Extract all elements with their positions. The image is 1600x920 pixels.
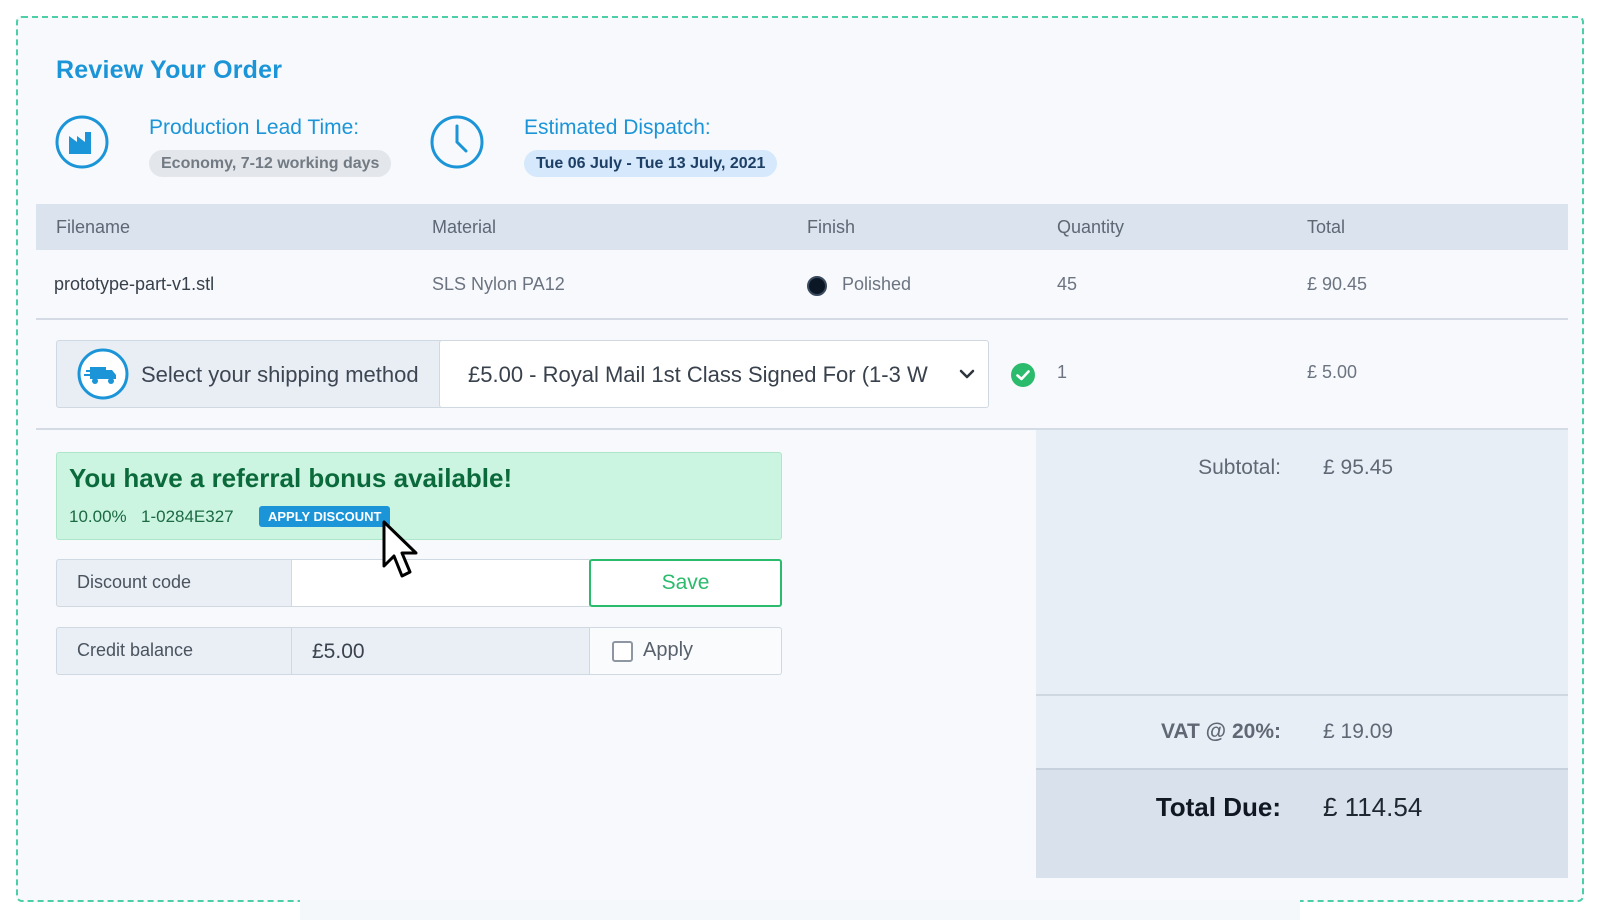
dispatch-badge: Tue 06 July - Tue 13 July, 2021 [524,150,778,177]
subtotal-value: £ 95.45 [1323,456,1394,479]
save-button[interactable]: Save [589,559,782,607]
referral-percent: 10.00% [69,507,127,526]
dispatch-label: Estimated Dispatch: [524,116,711,139]
row-quantity: 45 [1057,274,1078,294]
apply-credit-label: Apply [643,639,694,661]
header-material: Material [432,217,497,237]
check-circle-icon [1011,363,1035,387]
chevron-down-icon [959,369,975,379]
shipping-label: Select your shipping method [141,362,419,387]
credit-balance-value: £5.00 [312,640,365,663]
referral-title: You have a referral bonus available! [69,463,513,493]
subtotal-label: Subtotal: [1198,456,1281,479]
header-total: Total [1307,217,1346,237]
lead-time-label: Production Lead Time: [149,116,360,139]
row-finish: Polished [842,274,912,294]
row-material: SLS Nylon PA12 [432,274,565,294]
header-quantity: Quantity [1057,217,1125,237]
referral-code: 1-0284E327 [141,507,234,526]
total-due-box: Total Due: £ 114.54 [1036,768,1568,878]
vat-value: £ 19.09 [1323,720,1394,743]
page-title: Review Your Order [56,56,283,84]
apply-credit-toggle[interactable]: Apply [589,627,782,675]
order-review-panel: Review Your Order Production Lead Time: … [16,16,1584,902]
mouse-cursor-icon [382,520,418,578]
credit-balance-label: Credit balance [56,627,292,675]
shipping-total: £ 5.00 [1307,362,1358,382]
total-due-label: Total Due: [1155,792,1281,822]
table-row: prototype-part-v1.stl SLS Nylon PA12 Pol… [36,250,1568,320]
shipping-method-group: Select your shipping method £5.00 - Roya… [56,340,989,408]
apply-discount-button[interactable]: APPLY DISCOUNT [259,506,391,527]
shipping-method-select[interactable]: £5.00 - Royal Mail 1st Class Signed For … [439,340,989,408]
discount-code-input[interactable] [291,559,590,607]
row-filename: prototype-part-v1.stl [54,274,215,294]
vat-label: VAT @ 20%: [1160,720,1281,743]
row-total: £ 90.45 [1307,274,1368,294]
credit-balance-row: Credit balance £5.00 Apply [56,627,782,675]
header-finish: Finish [807,217,856,237]
clock-icon [430,115,484,169]
order-summary: Subtotal: £ 95.45 VAT @ 20%: £ 19.09 Tot… [1036,430,1568,878]
shipping-label-cell: Select your shipping method [57,341,439,407]
finish-color-swatch [807,276,827,296]
bottom-shadow [300,900,1300,920]
total-due-value: £ 114.54 [1323,792,1423,822]
shipping-selected-value: £5.00 - Royal Mail 1st Class Signed For … [468,362,928,387]
credit-balance-field: £5.00 [291,627,590,675]
discount-code-label: Discount code [56,559,292,607]
apply-credit-checkbox[interactable] [612,641,633,662]
header-filename: Filename [56,217,131,237]
shipping-quantity: 1 [1057,362,1068,382]
delivery-truck-icon [77,348,129,400]
factory-icon [55,115,109,169]
table-header: Filename Material Finish Quantity Total [36,204,1568,250]
divider [1036,694,1568,696]
lead-time-badge: Economy, 7-12 working days [149,150,392,177]
